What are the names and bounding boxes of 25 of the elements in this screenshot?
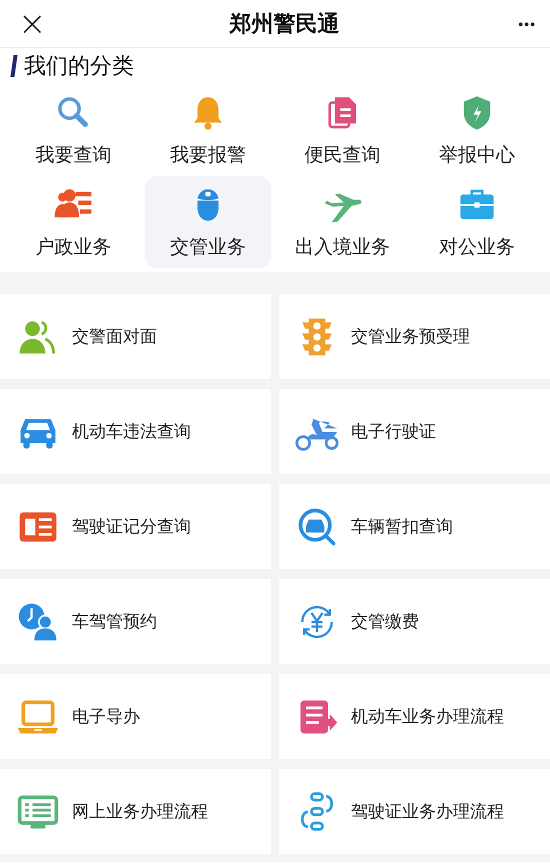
service-card[interactable]: 交管业务预受理 bbox=[279, 294, 550, 379]
category-item[interactable]: 户政业务 bbox=[10, 176, 136, 268]
service-card[interactable]: 网上业务办理流程 bbox=[0, 769, 271, 854]
category-item[interactable]: 对公业务 bbox=[414, 176, 540, 268]
category-item[interactable]: 便民查询 bbox=[279, 84, 406, 176]
more-button[interactable]: ••• bbox=[518, 16, 536, 32]
service-card[interactable]: 交警面对面 bbox=[0, 294, 271, 379]
category-item[interactable]: 举报中心 bbox=[414, 84, 540, 176]
service-card[interactable]: 电子导办 bbox=[0, 674, 271, 759]
app-title: 郑州警民通 bbox=[229, 10, 340, 38]
category-item[interactable]: 我要报警 bbox=[144, 84, 271, 176]
service-card[interactable]: 机动车违法查询 bbox=[0, 389, 271, 474]
service-card[interactable]: 机动车业务办理流程 bbox=[279, 674, 550, 759]
category-item[interactable]: 我要查询 bbox=[10, 84, 136, 176]
service-card[interactable]: 电子行驶证 bbox=[279, 389, 550, 474]
service-card[interactable]: 驾驶证记分查询 bbox=[0, 484, 271, 569]
category-item[interactable]: 交管业务 bbox=[144, 176, 271, 268]
service-card[interactable]: 车辆暂扣查询 bbox=[279, 484, 550, 569]
service-card[interactable]: 交管缴费 bbox=[279, 579, 550, 664]
close-button[interactable]: × bbox=[14, 6, 50, 40]
service-card[interactable]: 车驾管预约 bbox=[0, 579, 271, 664]
section-title: 我们的分类 bbox=[24, 53, 134, 81]
accent-bar bbox=[10, 55, 18, 77]
service-card[interactable]: 驾驶证业务办理流程 bbox=[279, 769, 550, 854]
category-item[interactable]: 出入境业务 bbox=[279, 176, 406, 268]
